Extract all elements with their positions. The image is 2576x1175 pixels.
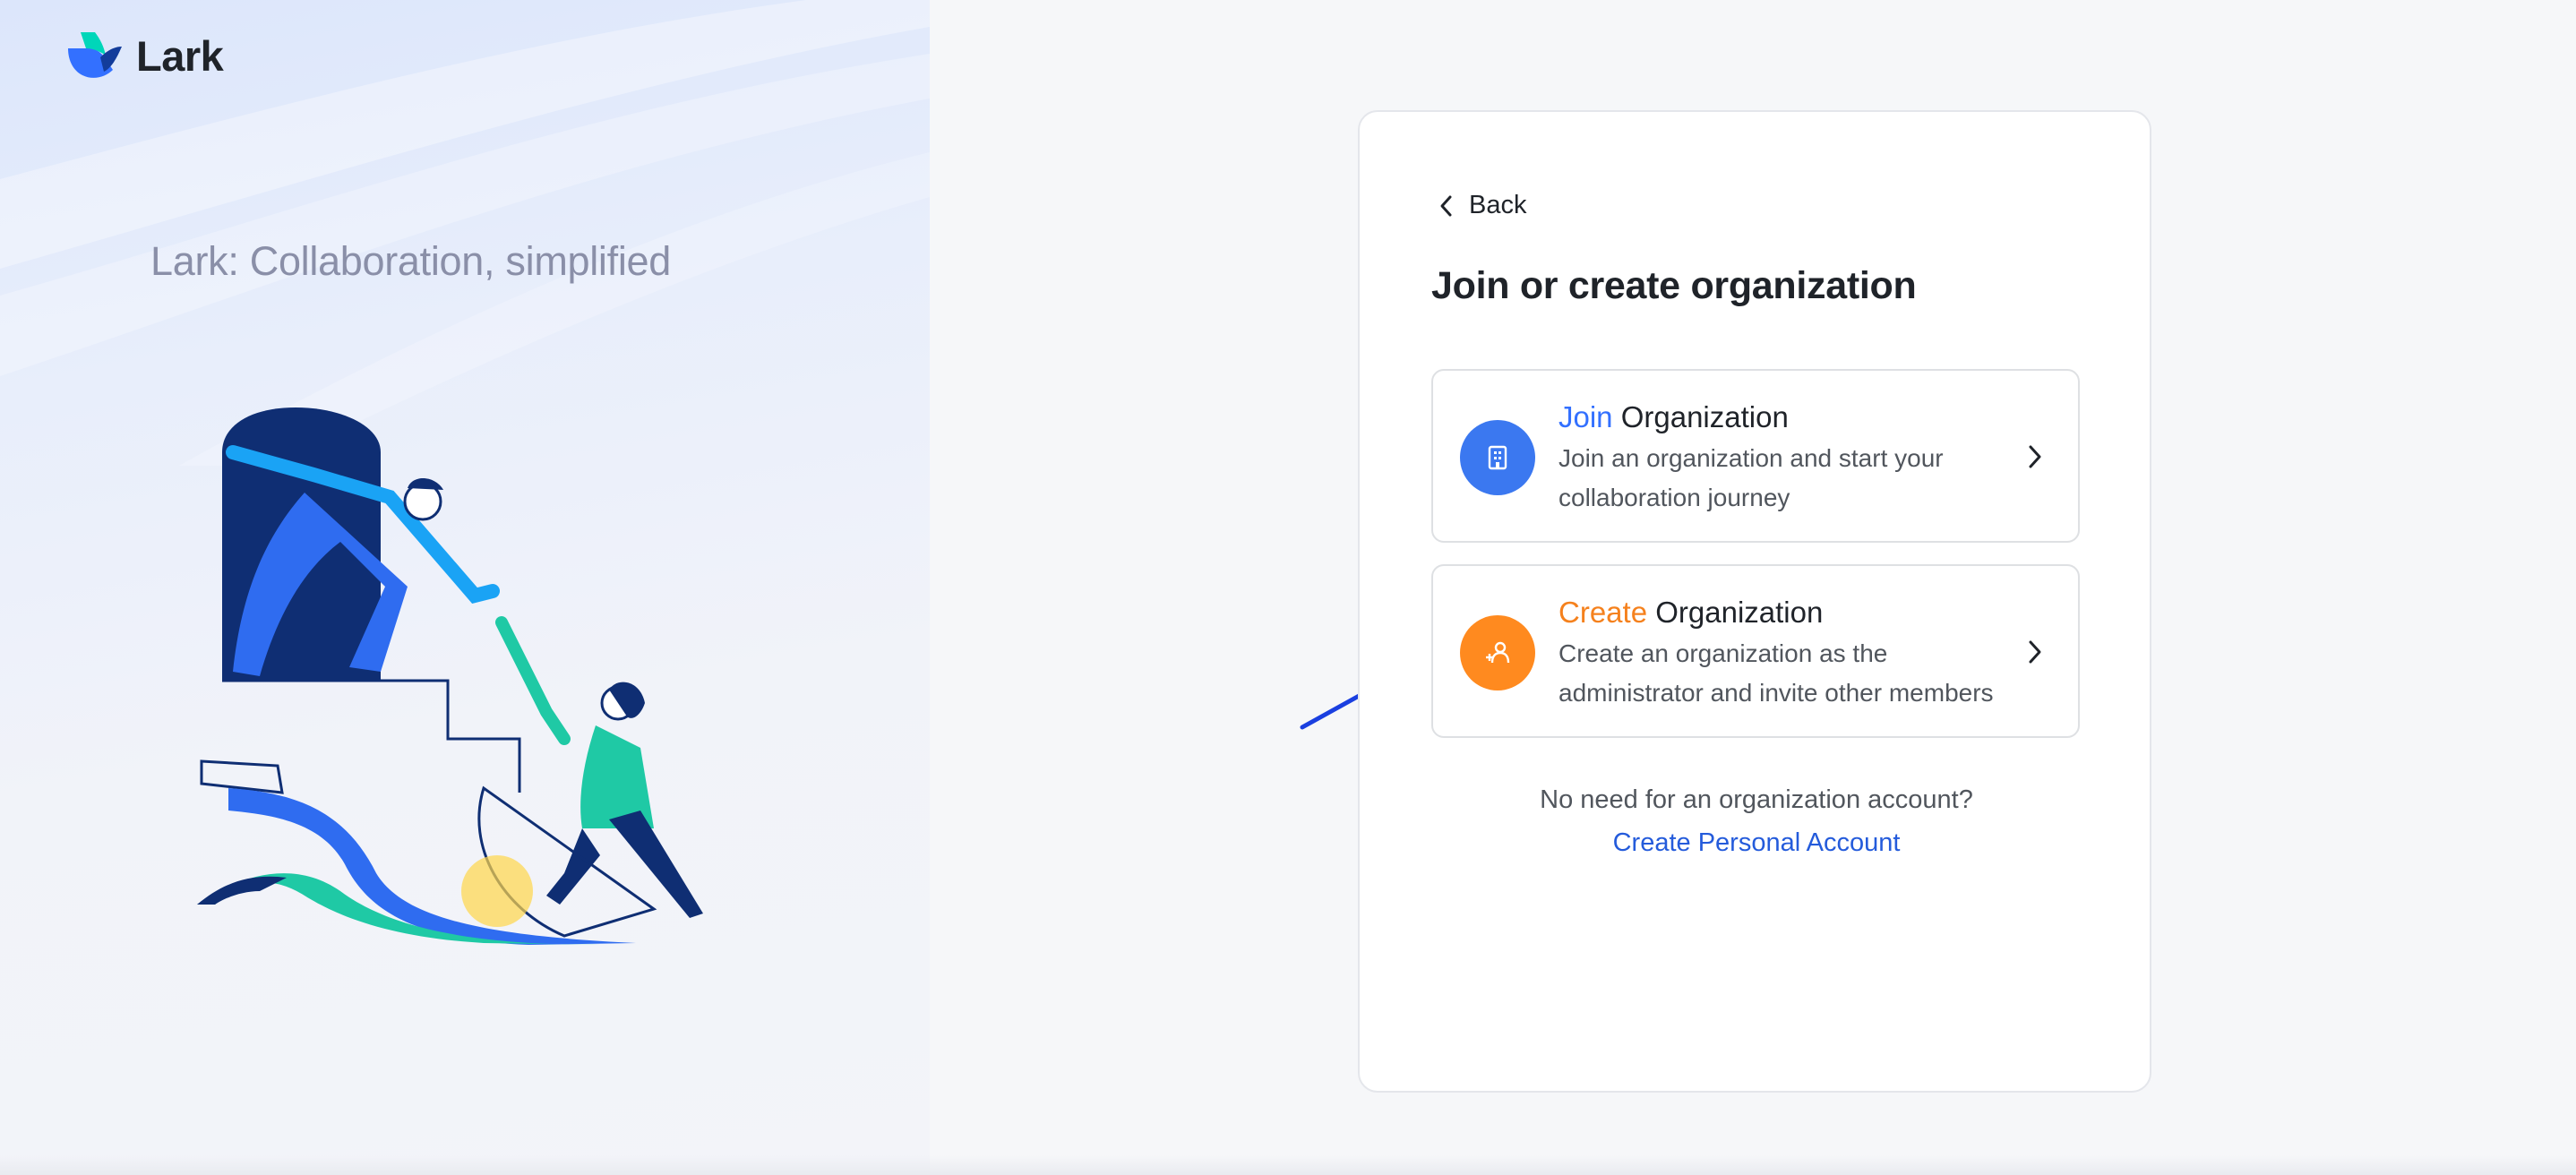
org-card: Back Join or create organization Join Or… (1358, 110, 2151, 1093)
add-people-icon (1486, 641, 1510, 664)
create-heading-rest: Organization (1647, 596, 1824, 629)
join-option-heading: Join Organization (1558, 398, 2024, 437)
create-organization-option[interactable]: Create Organization Create an organizati… (1431, 564, 2080, 738)
join-accent: Join (1558, 400, 1613, 433)
join-heading-rest: Organization (1612, 400, 1789, 433)
brand[interactable]: Lark (64, 30, 224, 81)
join-option-desc: Join an organization and start your colla… (1558, 439, 2024, 518)
create-icon-circle (1460, 615, 1535, 690)
chevron-right-icon (2029, 445, 2041, 468)
brand-name: Lark (136, 31, 224, 80)
lark-logo-icon (68, 32, 122, 78)
create-option-desc: Create an organization as the administrat… (1558, 634, 2024, 713)
join-option-text: Join Organization Join an organization a… (1558, 398, 2024, 518)
no-org-needed-text: No need for an organization account? (1540, 785, 1973, 814)
join-desc-line-1: Join an organization and start your (1558, 444, 1944, 472)
chevron-right-icon (2029, 640, 2041, 664)
create-accent: Create (1558, 596, 1648, 629)
create-desc-line-2: administrator and invite other members (1558, 679, 1994, 707)
create-option-heading: Create Organization (1558, 593, 2024, 632)
back-label: Back (1469, 191, 1527, 219)
join-organization-option[interactable]: Join Organization Join an organization a… (1431, 369, 2080, 543)
collaboration-illustration (197, 407, 703, 945)
bottom-edge (0, 1155, 2576, 1175)
create-desc-line-1: Create an organization as the (1558, 639, 1888, 667)
create-personal-account-link[interactable]: Create Personal Account (1360, 828, 2153, 858)
page-title: Join or create organization (1431, 264, 1917, 307)
join-desc-line-2: collaboration journey (1558, 484, 1790, 511)
chevron-left-icon (1440, 195, 1452, 216)
tagline: Lark: Collaboration, simplified (150, 238, 671, 284)
left-panel: Lark Lark: Collaboration, simplified (0, 0, 930, 1175)
join-icon-circle (1460, 420, 1535, 495)
building-icon (1488, 445, 1507, 470)
back-button[interactable]: Back (1437, 191, 1526, 220)
create-option-text: Create Organization Create an organizati… (1558, 593, 2024, 713)
